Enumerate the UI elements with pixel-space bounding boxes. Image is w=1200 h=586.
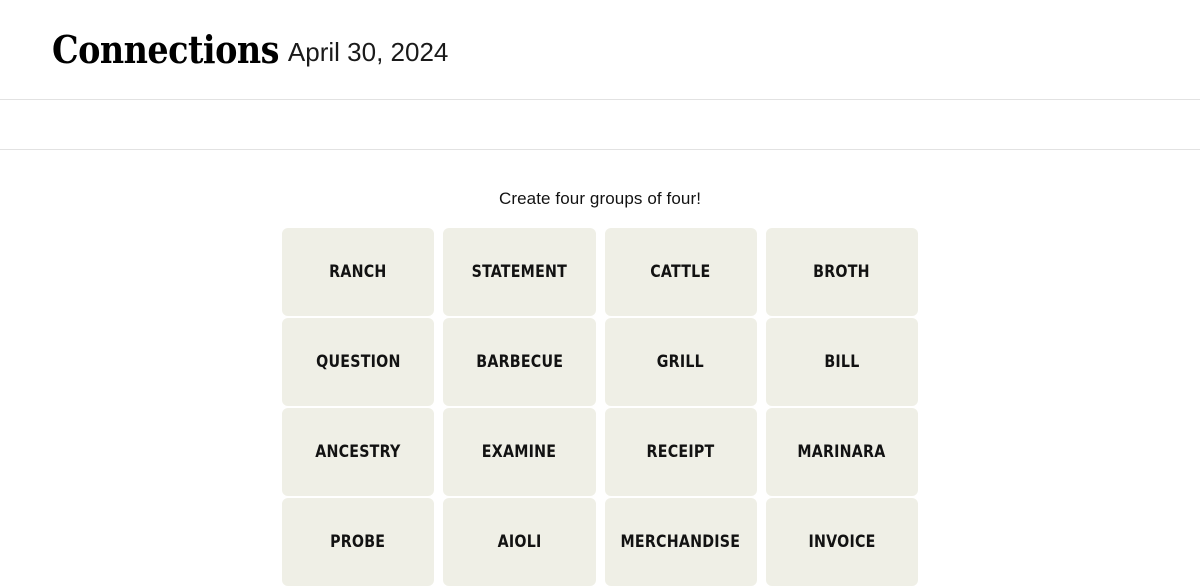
tile-label: INVOICE (808, 531, 876, 552)
puzzle-tile[interactable]: QUESTION (282, 318, 435, 407)
puzzle-tile[interactable]: RECEIPT (604, 408, 757, 497)
puzzle-tile[interactable]: STATEMENT (443, 228, 596, 317)
toolbar-strip (0, 100, 1200, 149)
puzzle-tile[interactable]: BARBECUE (443, 318, 596, 407)
puzzle-tile[interactable]: EXAMINE (443, 408, 596, 497)
tile-label: PROBE (330, 531, 386, 552)
puzzle-tile[interactable]: RANCH (282, 228, 435, 317)
tile-label: RANCH (329, 261, 387, 282)
puzzle-tile[interactable]: BROTH (765, 228, 918, 317)
tile-label: BARBECUE (475, 351, 563, 372)
connections-app: Connections April 30, 2024 Create four g… (0, 0, 1200, 586)
site-header: Connections April 30, 2024 (0, 0, 1200, 99)
puzzle-tile[interactable]: AIOLI (443, 498, 596, 586)
tile-label: EXAMINE (482, 441, 557, 462)
tile-label: RECEIPT (646, 441, 715, 462)
tile-label: MERCHANDISE (620, 531, 741, 552)
tile-label: MARINARA (797, 441, 886, 462)
tile-label: BILL (824, 351, 860, 372)
tile-label: QUESTION (315, 351, 401, 372)
puzzle-date: April 30, 2024 (287, 36, 449, 67)
tile-label: CATTLE (650, 261, 711, 282)
page-title: Connections (52, 26, 279, 72)
puzzle-tile[interactable]: ANCESTRY (282, 408, 435, 497)
board-instruction: Create four groups of four! (498, 189, 702, 208)
game-board: Create four groups of four! RANCH STATEM… (0, 150, 1200, 586)
tile-label: BROTH (813, 261, 871, 282)
puzzle-tile[interactable]: BILL (765, 318, 918, 407)
tile-label: AIOLI (497, 531, 542, 552)
puzzle-tile[interactable]: MERCHANDISE (604, 498, 757, 586)
puzzle-tile[interactable]: MARINARA (765, 408, 918, 497)
puzzle-tile[interactable]: INVOICE (765, 498, 918, 586)
puzzle-tile[interactable]: GRILL (604, 318, 757, 407)
tile-label: ANCESTRY (315, 441, 401, 462)
puzzle-tile-grid: RANCH STATEMENT CATTLE BROTH QUESTION BA… (282, 228, 918, 586)
tile-label: STATEMENT (471, 261, 568, 282)
puzzle-tile[interactable]: CATTLE (604, 228, 757, 317)
puzzle-tile[interactable]: PROBE (282, 498, 435, 586)
tile-label: GRILL (657, 351, 705, 372)
